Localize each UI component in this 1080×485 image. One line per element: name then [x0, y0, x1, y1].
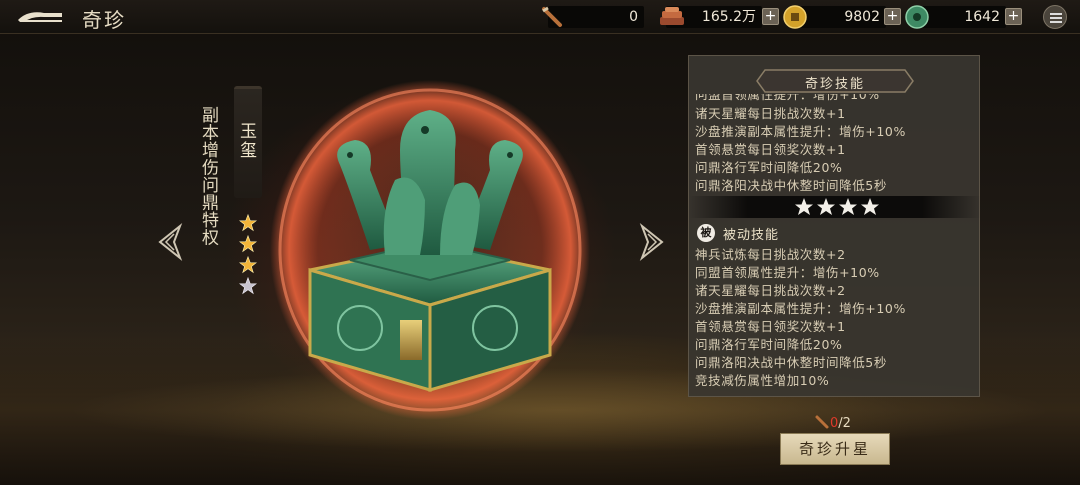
add-gold-button[interactable]: + [884, 8, 901, 25]
resource-jade-value: 1642 [916, 6, 1006, 28]
upgrade-cost: 0/2 [814, 414, 851, 431]
menu-button[interactable] [1043, 5, 1067, 29]
skill-panel-title: 奇珍技能 [804, 77, 865, 92]
chevron-left-icon [158, 222, 183, 262]
passive-badge-icon: 被 [697, 224, 715, 242]
skill-line: 首领悬赏每日领奖次数+1 [695, 319, 846, 334]
skill-line: 问鼎洛阳决战中休整时间降低5秒 [695, 355, 887, 370]
skill-line: 首领悬赏每日领奖次数+1 [695, 142, 846, 157]
passive-skill-label: 被动技能 [723, 228, 780, 243]
chevron-right-icon [639, 222, 664, 262]
page-title: 奇珍 [82, 8, 126, 32]
star-skill-list: 诸天星耀每日挑战次数+1 沙盘推演副本属性提升：增伤+10% 首领悬赏每日领奖次… [695, 105, 975, 195]
skill-line: 沙盘推演副本属性提升：增伤+10% [695, 124, 906, 139]
add-jade-button[interactable]: + [1005, 8, 1022, 25]
passive-skill-list: 神兵试炼每日挑战次数+2 同盟首领属性提升：增伤+10% 诸天星耀每日挑战次数+… [695, 246, 975, 390]
star-icon [817, 198, 835, 215]
star-icon [839, 198, 857, 215]
gold-coin-icon [783, 5, 807, 29]
cost-need: 2 [842, 416, 851, 431]
skill-line: 竞技减伤属性增加10% [695, 373, 830, 388]
star-icon [861, 198, 879, 215]
skill-line: 问鼎洛行军时间降低20% [695, 160, 843, 175]
back-button[interactable] [14, 7, 66, 27]
treasure-feature-text: 副本增伤问鼎特权 [198, 106, 218, 246]
resource-gold-value: 9802 [796, 6, 886, 28]
back-arrow-icon [18, 12, 62, 22]
skill-line: 诸天星耀每日挑战次数+2 [695, 283, 846, 298]
prev-treasure-button[interactable] [154, 222, 184, 262]
partial-skill-line: 问盟首领属性提升：增伤+10% [695, 94, 880, 102]
top-bar: 奇珍 0 165.2万 + 9802 + 1642 + [0, 0, 1080, 34]
skill-line: 同盟首领属性提升：增伤+10% [695, 265, 880, 280]
jade-seal-artifact [250, 70, 610, 450]
jade-coin-icon [905, 5, 929, 29]
star-icon [795, 198, 813, 215]
skill-line: 问鼎洛行军时间降低20% [695, 337, 843, 352]
upgrade-star-button[interactable]: 奇珍升星 [780, 433, 890, 465]
menu-icon [1050, 13, 1062, 15]
scroll-icon [815, 415, 829, 429]
scroll-icon [540, 5, 564, 29]
grain-icon [658, 5, 686, 29]
star-level-bar [689, 196, 981, 218]
skill-line: 问鼎洛阳决战中休整时间降低5秒 [695, 178, 887, 193]
next-treasure-button[interactable] [638, 222, 668, 262]
skill-panel-header: 奇珍技能 [755, 68, 915, 94]
skill-panel[interactable]: 奇珍技能 问盟首领属性提升：增伤+10% 诸天星耀每日挑战次数+1 沙盘推演副本… [688, 55, 981, 397]
skill-line: 神兵试炼每日挑战次数+2 [695, 247, 846, 262]
skill-line: 沙盘推演副本属性提升：增伤+10% [695, 301, 906, 316]
add-grain-button[interactable]: + [762, 8, 779, 25]
skill-line: 诸天星耀每日挑战次数+1 [695, 106, 846, 121]
